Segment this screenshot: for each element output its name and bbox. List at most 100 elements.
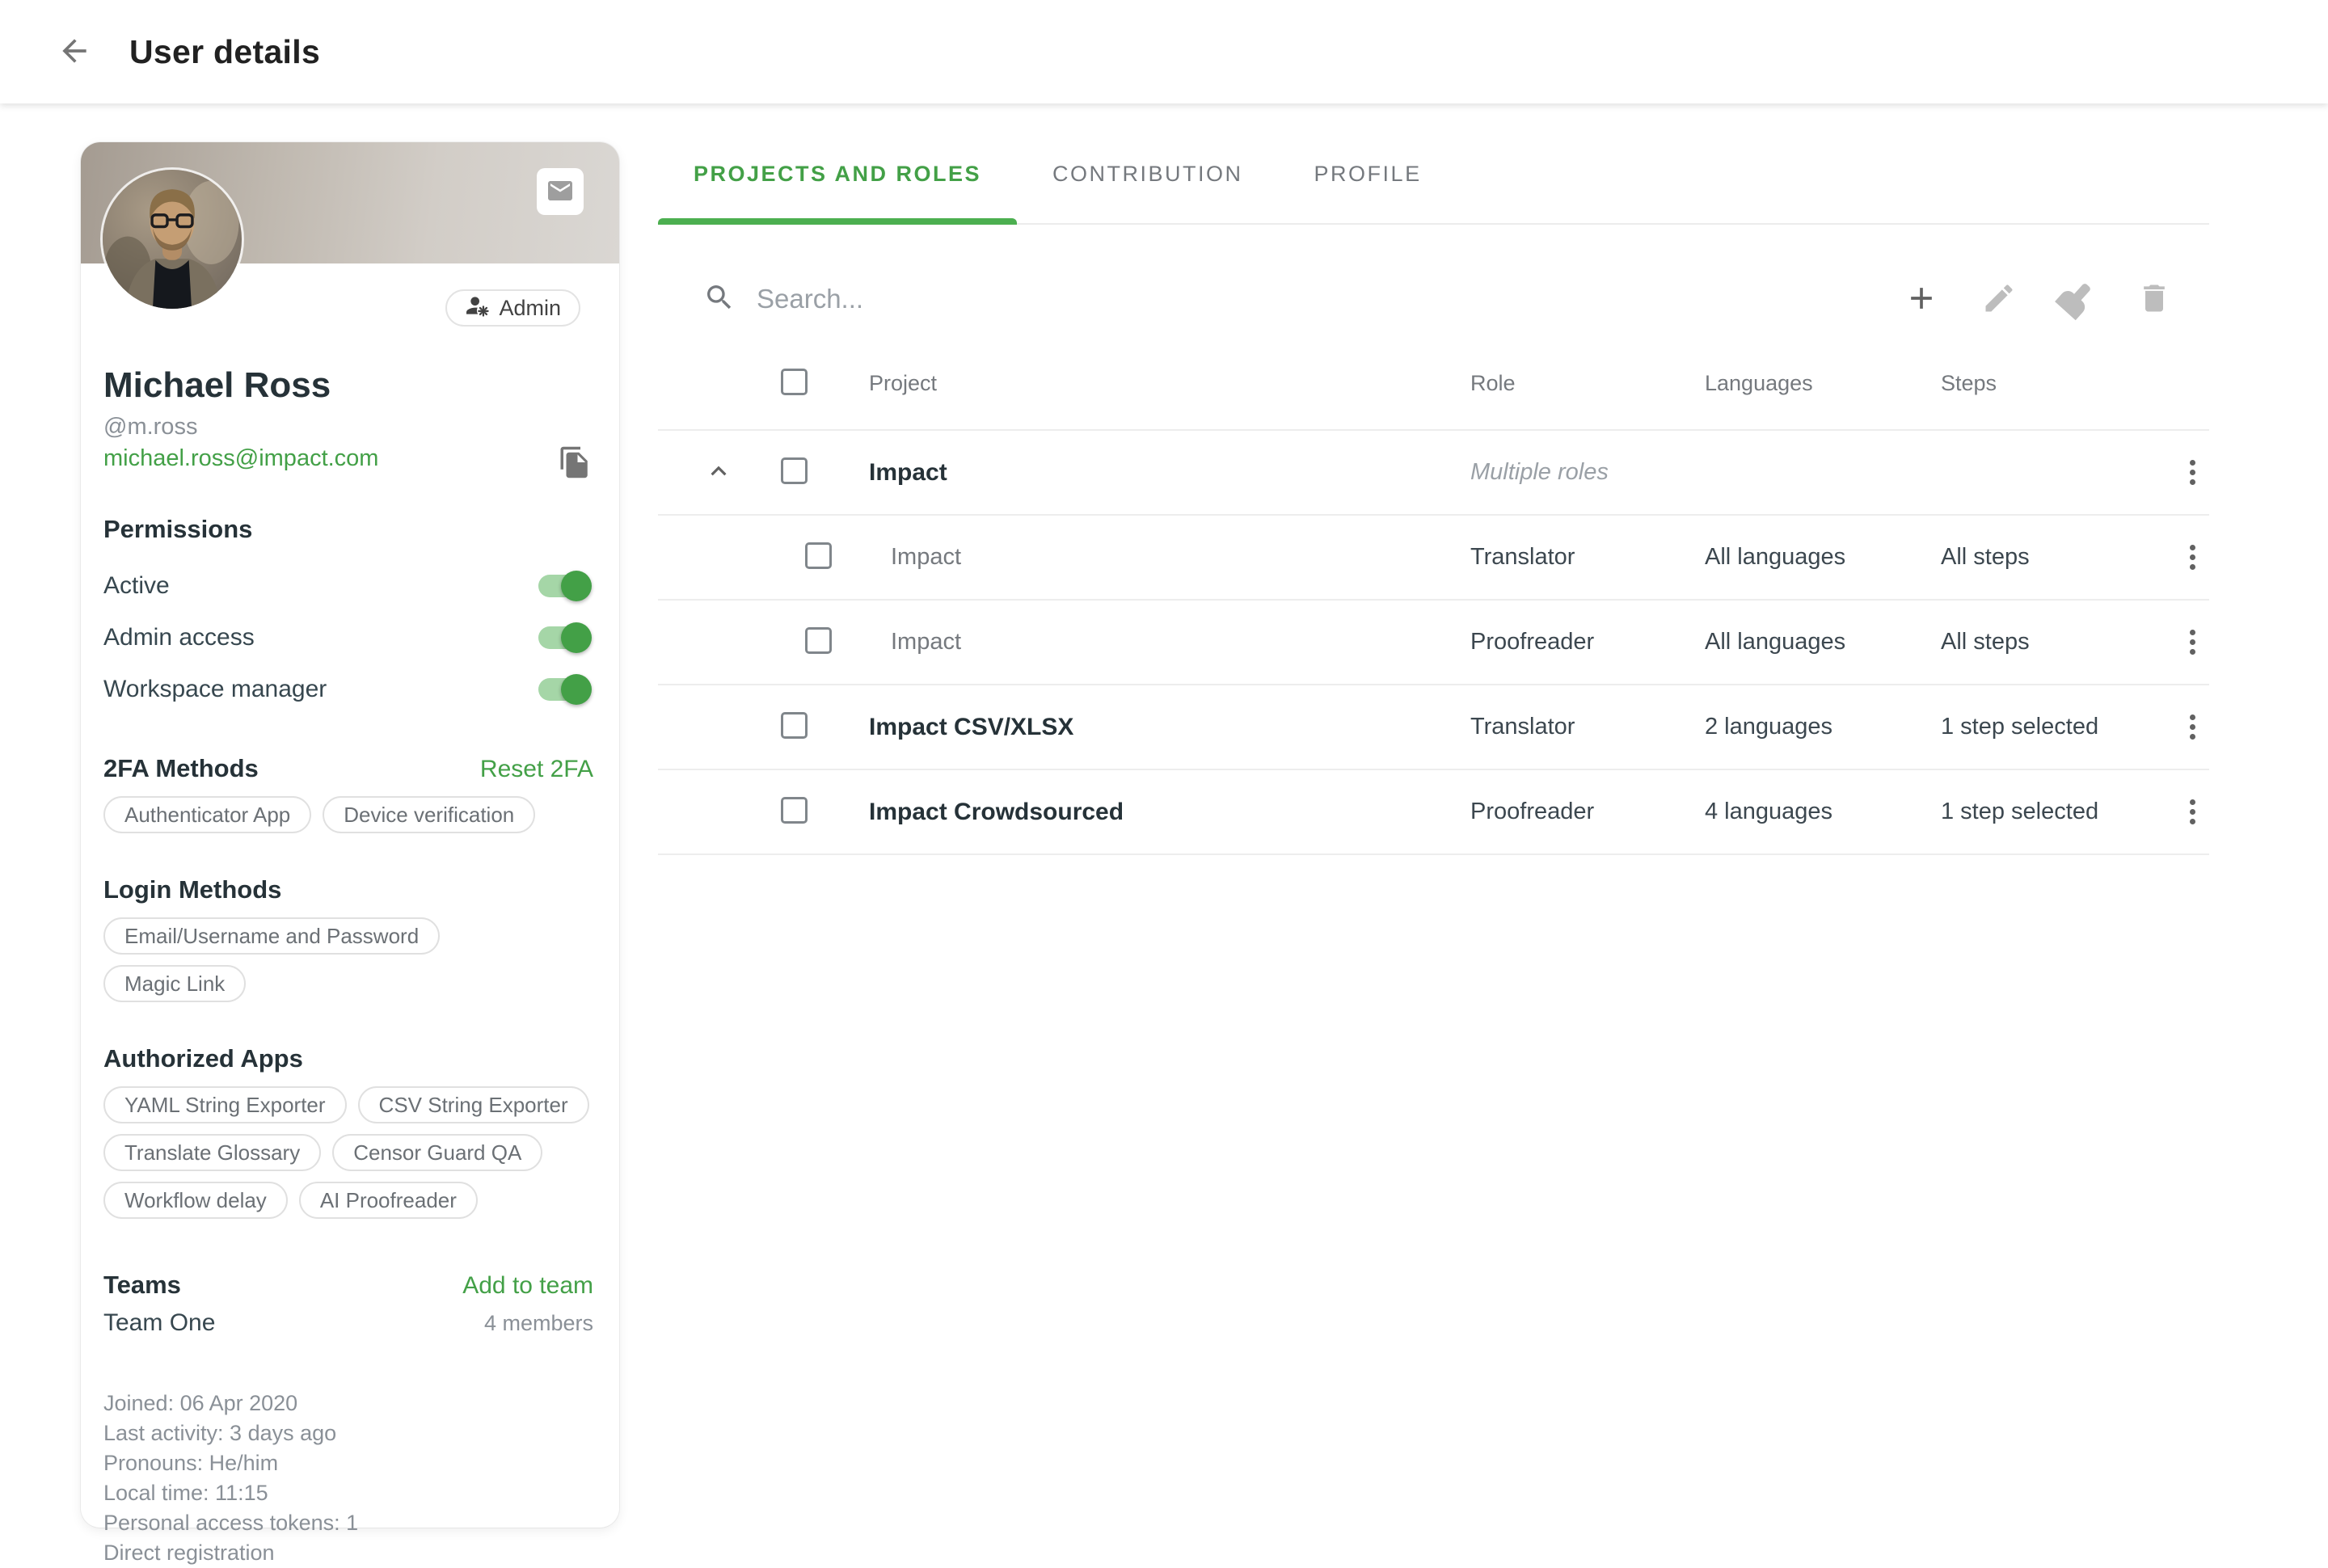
copy-email-button[interactable] <box>558 445 592 482</box>
table-row: Impact Crowdsourced Proofreader 4 langua… <box>658 770 2209 855</box>
twofa-chip: Device verification <box>323 796 535 833</box>
tab-projects-and-roles[interactable]: PROJECTS AND ROLES <box>658 124 1017 223</box>
chevron-up-icon <box>703 456 734 489</box>
table-row-child: Impact Proofreader All languages All ste… <box>658 601 2209 685</box>
edit-button[interactable] <box>1980 280 2018 318</box>
app-chip: CSV String Exporter <box>358 1086 589 1123</box>
admin-badge-label: Admin <box>499 296 561 321</box>
meta-last-activity: Last activity: 3 days ago <box>103 1418 593 1448</box>
column-header-role: Role <box>1470 371 1705 396</box>
row-checkbox[interactable] <box>805 542 832 569</box>
meta-pronouns: Pronouns: He/him <box>103 1448 593 1478</box>
team-name: Team One <box>103 1309 215 1337</box>
project-name: Impact <box>869 544 1470 571</box>
envelope-icon <box>546 176 575 208</box>
permission-row-active: Active <box>103 560 593 612</box>
permission-label: Workspace manager <box>103 676 327 703</box>
team-members-count: 4 members <box>484 1311 593 1336</box>
avatar <box>103 170 242 309</box>
user-name: Michael Ross <box>103 365 593 406</box>
app-chip: AI Proofreader <box>299 1182 478 1219</box>
tab-bar: PROJECTS AND ROLES CONTRIBUTION PROFILE <box>658 103 2209 225</box>
login-method-chip: Email/Username and Password <box>103 917 440 955</box>
reset-2fa-link[interactable]: Reset 2FA <box>480 756 593 783</box>
toggle-active[interactable] <box>538 575 588 597</box>
team-row: Team One 4 members <box>103 1309 593 1337</box>
column-header-languages: Languages <box>1705 371 1941 396</box>
steps-cell: All steps <box>1941 629 2176 655</box>
permission-row-workspace-manager: Workspace manager <box>103 664 593 715</box>
add-button[interactable] <box>1902 280 1941 318</box>
languages-cell: 2 languages <box>1705 714 1941 740</box>
app-chip: Translate Glossary <box>103 1134 321 1171</box>
login-method-chip: Magic Link <box>103 965 246 1002</box>
app-chip: Workflow delay <box>103 1182 288 1219</box>
row-checkbox[interactable] <box>781 797 808 824</box>
search-input[interactable] <box>757 284 1322 314</box>
meta-local-time: Local time: 11:15 <box>103 1478 593 1508</box>
role-cell: Multiple roles <box>1470 459 1705 486</box>
user-card: Admin Michael Ross @m.ross michael.ross@… <box>81 142 619 1528</box>
meta-joined: Joined: 06 Apr 2020 <box>103 1389 593 1418</box>
table-header: Project Role Languages Steps <box>658 338 2209 431</box>
user-meta: Joined: 06 Apr 2020 Last activity: 3 day… <box>103 1389 593 1568</box>
delete-button[interactable] <box>2135 280 2174 318</box>
copy-icon <box>558 470 592 482</box>
row-menu-button[interactable] <box>2183 793 2202 831</box>
row-checkbox[interactable] <box>781 457 808 484</box>
login-methods-heading: Login Methods <box>103 875 593 904</box>
column-header-project: Project <box>869 371 1470 396</box>
role-cell: Proofreader <box>1470 799 1705 825</box>
project-name: Impact <box>869 629 1470 655</box>
pencil-icon <box>1981 280 2017 318</box>
add-to-team-link[interactable]: Add to team <box>462 1272 593 1300</box>
toggle-workspace-manager[interactable] <box>538 678 588 701</box>
toggle-admin-access[interactable] <box>538 626 588 649</box>
meta-access-tokens: Personal access tokens: 1 <box>103 1508 593 1538</box>
select-all-checkbox[interactable] <box>781 369 808 395</box>
steps-cell: 1 step selected <box>1941 799 2176 825</box>
project-name: Impact Crowdsourced <box>869 799 1470 826</box>
steps-cell: All steps <box>1941 544 2176 571</box>
row-checkbox[interactable] <box>805 627 832 654</box>
top-bar: User details <box>0 0 2328 103</box>
steps-cell: 1 step selected <box>1941 714 2176 740</box>
clean-button[interactable] <box>2057 280 2096 318</box>
row-menu-button[interactable] <box>2183 538 2202 576</box>
row-checkbox[interactable] <box>781 712 808 739</box>
tab-profile[interactable]: PROFILE <box>1279 124 1457 223</box>
details-panel: PROJECTS AND ROLES CONTRIBUTION PROFILE <box>658 103 2209 855</box>
languages-cell: 4 languages <box>1705 799 1941 825</box>
collapse-row-button[interactable] <box>703 456 734 489</box>
row-menu-button[interactable] <box>2183 453 2202 491</box>
permission-label: Admin access <box>103 624 255 651</box>
send-email-button[interactable] <box>537 168 584 215</box>
permission-row-admin-access: Admin access <box>103 612 593 664</box>
twofa-chip: Authenticator App <box>103 796 311 833</box>
app-chip: YAML String Exporter <box>103 1086 347 1123</box>
user-email-link[interactable]: michael.ross@impact.com <box>103 445 378 472</box>
languages-cell: All languages <box>1705 629 1941 655</box>
role-cell: Translator <box>1470 714 1705 740</box>
project-name: Impact CSV/XLSX <box>869 714 1470 741</box>
search-box <box>658 281 1902 318</box>
arrow-left-icon <box>57 33 92 71</box>
column-header-steps: Steps <box>1941 371 2176 396</box>
table-toolbar <box>658 260 2209 338</box>
table-row-child: Impact Translator All languages All step… <box>658 516 2209 601</box>
row-menu-button[interactable] <box>2183 708 2202 746</box>
authorized-apps-heading: Authorized Apps <box>103 1044 593 1073</box>
role-cell: Translator <box>1470 544 1705 571</box>
role-cell: Proofreader <box>1470 629 1705 655</box>
permissions-heading: Permissions <box>103 515 593 544</box>
row-menu-button[interactable] <box>2183 623 2202 661</box>
back-button[interactable] <box>52 29 97 74</box>
table-row: Impact CSV/XLSX Translator 2 languages 1… <box>658 685 2209 770</box>
app-chip: Censor Guard QA <box>332 1134 542 1171</box>
search-icon <box>703 281 736 318</box>
languages-cell: All languages <box>1705 544 1941 571</box>
plus-icon <box>1904 280 1939 318</box>
page-title: User details <box>129 33 320 71</box>
tab-contribution[interactable]: CONTRIBUTION <box>1017 124 1279 223</box>
trash-icon <box>2136 280 2172 318</box>
